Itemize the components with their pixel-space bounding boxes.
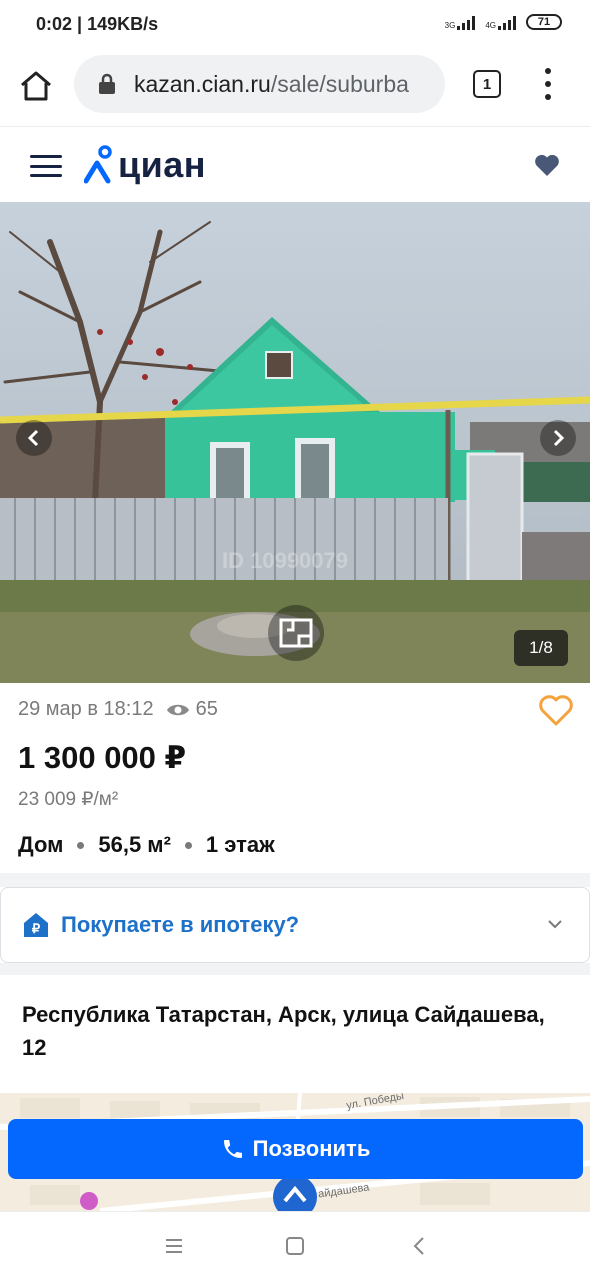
status-bar: 0:02 | 149KB/s 3G 4G 71 bbox=[0, 0, 590, 50]
battery-icon: 71 bbox=[526, 14, 562, 30]
call-button[interactable]: Позвонить bbox=[8, 1119, 583, 1179]
signal-3g-icon: 3G bbox=[445, 14, 476, 30]
spec-type: Дом bbox=[18, 832, 64, 857]
status-time: 0:02 | 149KB/s bbox=[36, 14, 159, 34]
home-icon[interactable] bbox=[18, 68, 54, 104]
more-vertical-icon[interactable] bbox=[538, 68, 558, 100]
mortgage-accordion[interactable]: ₽ Покупаете в ипотеку? bbox=[0, 887, 590, 963]
floor-plan-icon[interactable] bbox=[268, 605, 324, 661]
photo-watermark: ID 10990079 bbox=[222, 548, 348, 573]
chevron-down-icon bbox=[548, 920, 562, 929]
spec-separator bbox=[77, 841, 85, 849]
phone-icon bbox=[223, 1140, 242, 1158]
divider bbox=[0, 873, 590, 887]
spec-separator bbox=[184, 841, 192, 849]
signal-4g-icon: 4G bbox=[485, 14, 516, 30]
recent-apps-icon[interactable] bbox=[162, 1234, 186, 1258]
listing-meta: 29 мар в 18:12 65 bbox=[18, 698, 218, 721]
views: 65 bbox=[166, 698, 218, 721]
logo-text: циан bbox=[118, 144, 207, 185]
views-count: 65 bbox=[195, 698, 218, 720]
publish-date: 29 мар в 18:12 bbox=[18, 698, 154, 720]
mortgage-house-icon: ₽ bbox=[24, 913, 48, 937]
divider bbox=[0, 963, 590, 975]
status-icons: 3G 4G 71 bbox=[445, 14, 562, 30]
photo-counter: 1/8 bbox=[514, 630, 568, 666]
price-per-m2: 23 009 ₽/м² bbox=[18, 789, 119, 810]
home-nav-icon[interactable] bbox=[283, 1234, 307, 1258]
address-bar[interactable]: kazan.cian.ru/sale/suburba bbox=[74, 55, 445, 113]
listing-specs: Дом 56,5 м² 1 этаж bbox=[18, 832, 275, 858]
eye-icon bbox=[166, 704, 189, 715]
spec-floors: 1 этаж bbox=[205, 832, 275, 857]
browser-toolbar: kazan.cian.ru/sale/suburba 1 bbox=[0, 50, 590, 126]
spec-area: 56,5 м² bbox=[98, 832, 171, 857]
favorite-heart-icon[interactable] bbox=[538, 692, 574, 728]
price: 1 300 000 ₽ bbox=[18, 740, 187, 775]
heart-icon[interactable] bbox=[534, 153, 560, 177]
tabs-button[interactable]: 1 bbox=[473, 70, 501, 98]
chevron-left-icon[interactable] bbox=[16, 420, 52, 456]
menu-icon[interactable] bbox=[30, 155, 62, 177]
svg-text:₽: ₽ bbox=[32, 921, 41, 936]
back-icon[interactable] bbox=[408, 1234, 432, 1258]
system-navigation bbox=[0, 1211, 590, 1280]
mortgage-label: Покупаете в ипотеку? bbox=[61, 912, 300, 937]
lock-icon bbox=[99, 73, 115, 94]
address: Республика Татарстан, Арск, улица Сайдаш… bbox=[22, 1002, 545, 1060]
call-button-label: Позвонить bbox=[252, 1136, 371, 1161]
logo[interactable]: циан bbox=[84, 137, 206, 193]
chevron-right-icon[interactable] bbox=[540, 420, 576, 456]
url-text: kazan.cian.ru/sale/suburba bbox=[134, 70, 409, 97]
logo-pin-icon bbox=[84, 145, 112, 184]
site-header: циан bbox=[0, 126, 590, 202]
